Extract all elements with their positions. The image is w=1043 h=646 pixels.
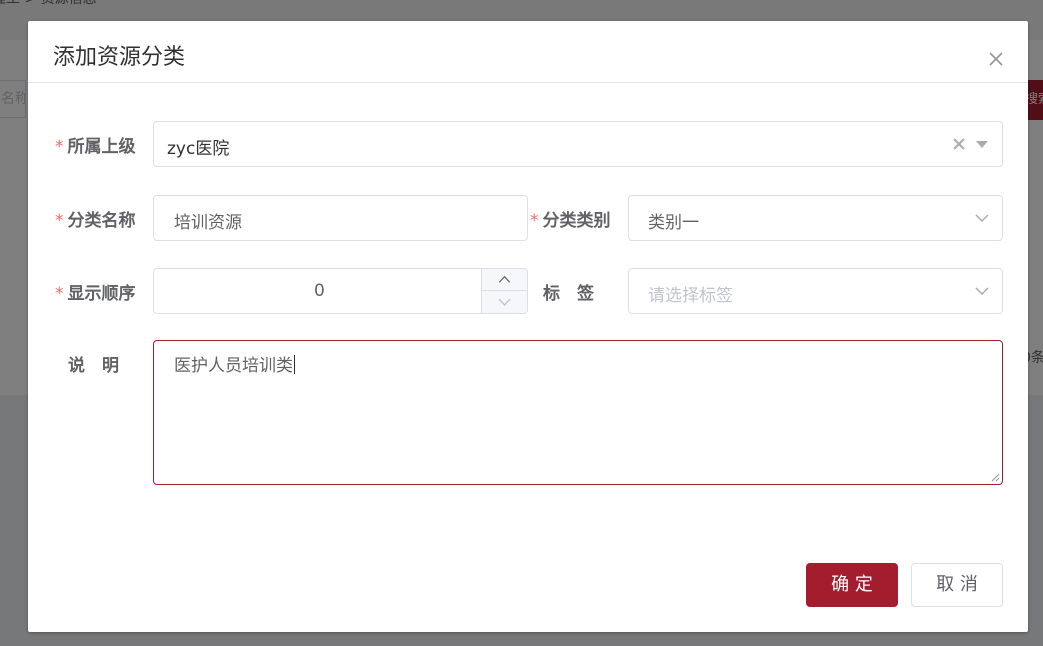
parent-label: * 所属上级 xyxy=(55,137,136,157)
category-type-value: 类别一 xyxy=(648,213,699,233)
display-order-value: 0 xyxy=(314,281,325,301)
category-type-select[interactable]: 类别一 xyxy=(628,195,1003,241)
display-order-stepper[interactable]: 0 xyxy=(153,268,528,314)
category-type-label: * 分类类别 xyxy=(530,211,611,231)
parent-select-value: zyc医院 xyxy=(167,139,230,159)
dialog-header: 添加资源分类 xyxy=(28,21,1028,83)
caret-down-icon[interactable] xyxy=(976,141,988,148)
description-label: 说 明 xyxy=(68,356,119,376)
parent-select[interactable]: zyc医院 xyxy=(153,121,1003,167)
name-label: * 分类名称 xyxy=(55,211,136,231)
tags-select[interactable]: 请选择标签 xyxy=(628,268,1003,314)
close-icon[interactable] xyxy=(988,51,1004,67)
required-star: * xyxy=(530,211,539,231)
confirm-button[interactable]: 确 定 xyxy=(806,563,898,607)
tags-label: 标 签 xyxy=(543,284,594,304)
description-text: 医护人员培训类 xyxy=(174,355,295,376)
text-cursor xyxy=(294,355,295,374)
required-star: * xyxy=(55,137,64,157)
decrease-icon[interactable] xyxy=(482,291,527,313)
add-resource-category-dialog: 添加资源分类 * 所属上级 zyc医院 * 分类名称 培训资源 * 分类类别 类别一 … xyxy=(28,21,1028,632)
chevron-down-icon[interactable] xyxy=(974,285,990,297)
category-name-input[interactable]: 培训资源 xyxy=(153,195,528,241)
cancel-button[interactable]: 取 消 xyxy=(911,563,1003,607)
tags-placeholder: 请选择标签 xyxy=(648,286,733,306)
required-star: * xyxy=(55,211,64,231)
increase-icon[interactable] xyxy=(482,269,527,291)
chevron-down-icon[interactable] xyxy=(974,212,990,224)
category-name-value: 培训资源 xyxy=(174,213,242,233)
dialog-title: 添加资源分类 xyxy=(53,45,186,70)
stepper-controls xyxy=(481,269,527,313)
required-star: * xyxy=(55,284,64,304)
clear-icon[interactable] xyxy=(952,137,966,151)
resize-grip-icon[interactable] xyxy=(990,472,1000,482)
description-textarea[interactable]: 医护人员培训类 xyxy=(153,340,1003,485)
order-label: * 显示顺序 xyxy=(55,284,136,304)
